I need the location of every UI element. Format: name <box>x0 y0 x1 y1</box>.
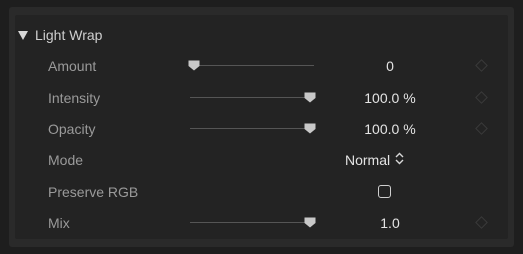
slider-thumb[interactable] <box>188 60 200 71</box>
opacity-unit: % <box>403 121 416 137</box>
keyframe-diamond-icon[interactable] <box>475 59 488 72</box>
section-title: Light Wrap <box>35 27 103 43</box>
slider-track <box>190 65 314 66</box>
keyframe-diamond-icon[interactable] <box>475 91 488 104</box>
slider-track <box>190 128 314 129</box>
up-down-chevron-icon <box>395 149 404 171</box>
intensity-slider[interactable] <box>190 87 316 109</box>
slider-thumb[interactable] <box>304 92 316 103</box>
intensity-unit: % <box>403 90 416 106</box>
mix-value-field[interactable]: 1.0 <box>340 212 440 234</box>
disclosure-triangle-down-icon[interactable] <box>18 30 28 40</box>
preserve-rgb-checkbox[interactable] <box>378 185 391 198</box>
preserve-rgb-row: Preserve RGB <box>0 181 523 203</box>
mix-slider[interactable] <box>190 212 316 234</box>
slider-track <box>190 222 314 223</box>
mode-label: Mode <box>48 152 84 168</box>
slider-thumb[interactable] <box>304 217 316 228</box>
slider-track <box>190 97 314 98</box>
mode-row: Mode Normal <box>0 149 523 171</box>
light-wrap-header[interactable]: Light Wrap <box>17 25 102 45</box>
keyframe-diamond-icon[interactable] <box>475 122 488 135</box>
opacity-value-field[interactable]: 100.0% <box>340 118 440 140</box>
opacity-row: Opacity 100.0% <box>0 118 523 140</box>
intensity-value-field[interactable]: 100.0% <box>340 87 440 109</box>
mix-label: Mix <box>48 215 70 231</box>
preserve-rgb-label: Preserve RGB <box>48 184 139 200</box>
mode-popup-value: Normal <box>345 152 391 168</box>
opacity-slider[interactable] <box>190 118 316 140</box>
opacity-label: Opacity <box>48 121 96 137</box>
intensity-row: Intensity 100.0% <box>0 87 523 109</box>
amount-slider[interactable] <box>188 55 314 77</box>
amount-label: Amount <box>48 58 97 74</box>
mode-popup-menu[interactable]: Normal <box>345 149 404 171</box>
keyframe-diamond-icon[interactable] <box>475 216 488 229</box>
amount-value-field[interactable]: 0 <box>340 55 440 77</box>
mix-row: Mix 1.0 <box>0 212 523 234</box>
slider-thumb[interactable] <box>304 123 316 134</box>
intensity-label: Intensity <box>48 90 101 106</box>
amount-row: Amount 0 <box>0 55 523 77</box>
